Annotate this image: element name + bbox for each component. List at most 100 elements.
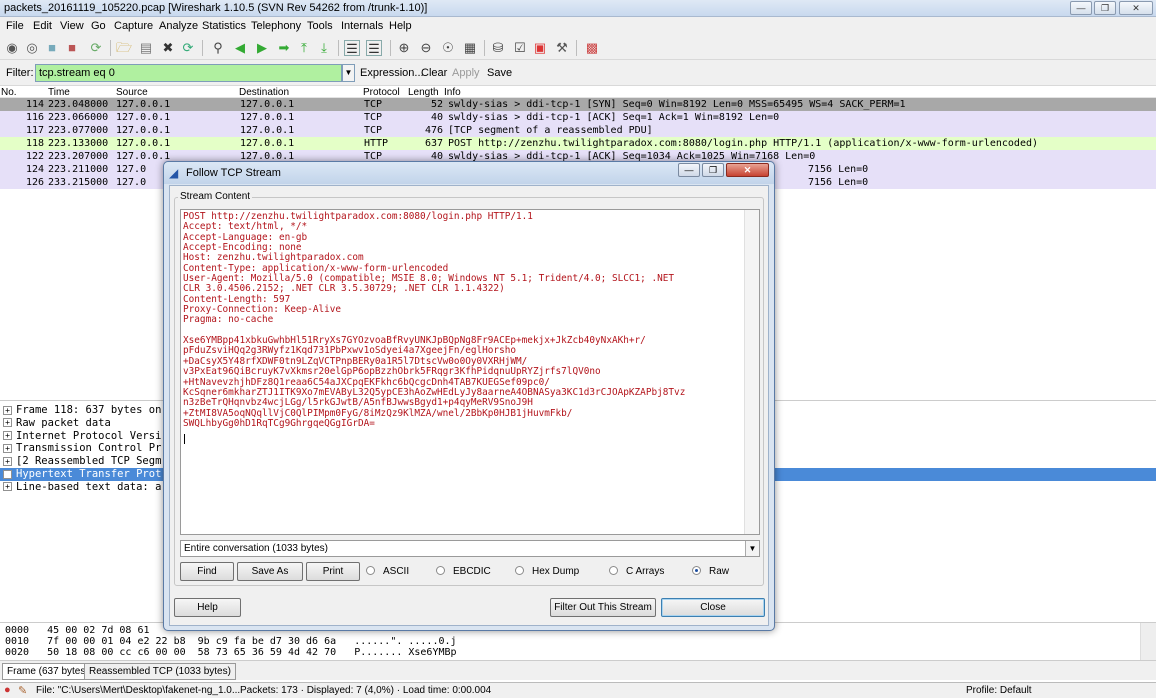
apply-filter-button[interactable]: Apply [452, 67, 480, 79]
expression-button[interactable]: Expression... [360, 67, 424, 79]
format-raw-radio[interactable]: Raw [692, 566, 729, 577]
packet-cell-time: 223.133000 [48, 138, 109, 149]
tab-frame-bytes[interactable]: Frame (637 bytes) [2, 663, 94, 680]
hex-scrollbar[interactable] [1140, 623, 1156, 661]
expert-info-icon[interactable]: ● [4, 684, 11, 696]
normal-size-icon[interactable]: ☉ [440, 40, 456, 56]
print-button[interactable]: Print [306, 562, 360, 581]
close-window-button[interactable]: ✕ [1119, 1, 1153, 15]
go-back-icon[interactable]: ◀ [232, 40, 248, 56]
menu-telephony[interactable]: Telephony [251, 20, 301, 32]
tree-item[interactable]: + Transmission Control Pr [3, 442, 161, 455]
expand-icon[interactable]: + [3, 456, 12, 466]
column-destination[interactable]: Destination [239, 87, 289, 98]
column-no[interactable]: No. [1, 87, 17, 98]
capture-comment-icon[interactable]: ✎ [18, 684, 27, 697]
help-icon[interactable]: ▩ [584, 40, 600, 56]
restart-capture-icon[interactable]: ⟳ [88, 40, 104, 56]
menu-file[interactable]: File [6, 20, 24, 32]
minimize-button[interactable]: — [1070, 1, 1092, 15]
column-source[interactable]: Source [116, 87, 148, 98]
expand-icon[interactable]: + [3, 482, 12, 492]
chevron-down-icon[interactable]: ▼ [745, 541, 759, 556]
stream-content-text[interactable]: POST http://zenzhu.twilightparadox.com:8… [180, 209, 760, 535]
save-filter-button[interactable]: Save [487, 67, 512, 79]
expand-icon[interactable]: + [3, 443, 12, 453]
tree-item-label: [2 Reassembled TCP Segm [16, 455, 162, 468]
save-file-icon[interactable]: ▤ [138, 40, 154, 56]
filter-out-stream-button[interactable]: Filter Out This Stream [550, 598, 656, 617]
close-button[interactable]: Close [661, 598, 765, 617]
format-hexdump-radio[interactable]: Hex Dump [515, 566, 579, 577]
filter-dropdown-button[interactable]: ▼ [342, 64, 355, 82]
close-file-icon[interactable]: ✖ [160, 40, 176, 56]
column-info[interactable]: Info [444, 87, 461, 98]
go-first-icon[interactable]: ⤒ [296, 40, 312, 56]
menu-statistics[interactable]: Statistics [202, 20, 246, 32]
expand-icon[interactable]: + [3, 405, 12, 415]
menu-tools[interactable]: Tools [307, 20, 333, 32]
stream-scrollbar[interactable] [744, 210, 759, 534]
tree-item[interactable]: + Raw packet data [3, 417, 111, 430]
tree-item[interactable]: + Line-based text data: a [3, 481, 161, 494]
clear-filter-button[interactable]: Clear [421, 67, 447, 79]
help-button[interactable]: Help [174, 598, 241, 617]
tab-reassembled-tcp[interactable]: Reassembled TCP (1033 bytes) [84, 663, 236, 680]
zoom-in-icon[interactable]: ⊕ [396, 40, 412, 56]
expand-icon[interactable]: + [3, 431, 12, 441]
packet-cell-proto: TCP [364, 112, 383, 123]
open-file-icon[interactable]: 🗁 [116, 40, 132, 56]
reload-icon[interactable]: ⟳ [180, 40, 196, 56]
save-as-button[interactable]: Save As [237, 562, 303, 581]
format-raw-label: Raw [709, 566, 730, 577]
interfaces-icon[interactable]: ◉ [4, 40, 20, 56]
go-to-packet-icon[interactable]: ➡ [276, 40, 292, 56]
display-filter-input[interactable]: tcp.stream eq 0 [35, 64, 342, 82]
column-length[interactable]: Length [408, 87, 439, 98]
capture-filters-icon[interactable]: ⛁ [490, 40, 506, 56]
options-icon[interactable]: ◎ [24, 40, 40, 56]
menu-edit[interactable]: Edit [33, 20, 52, 32]
status-profile[interactable]: Profile: Default [966, 685, 1032, 696]
packet-row[interactable]: 117 223.077000 127.0.0.1 127.0.0.1 TCP 476 [TC… [0, 124, 1156, 137]
dialog-minimize-button[interactable]: — [678, 163, 700, 177]
column-time[interactable]: Time [48, 87, 70, 98]
dialog-close-icon[interactable]: ✕ [726, 163, 769, 177]
format-ascii-radio[interactable]: ASCII [366, 566, 409, 577]
conversation-select[interactable]: Entire conversation (1033 bytes) ▼ [180, 540, 760, 557]
go-last-icon[interactable]: ⤓ [316, 40, 332, 56]
dialog-maximize-button[interactable]: ❐ [702, 163, 724, 177]
display-filters-icon[interactable]: ☑ [512, 40, 528, 56]
expand-icon[interactable]: + [3, 469, 12, 479]
expand-icon[interactable]: + [3, 418, 12, 428]
packet-row[interactable]: 118 223.133000 127.0.0.1 127.0.0.1 HTTP 637 PO… [0, 137, 1156, 150]
find-packet-icon[interactable]: ⚲ [210, 40, 226, 56]
format-carrays-radio[interactable]: C Arrays [609, 566, 664, 577]
format-ebcdic-radio[interactable]: EBCDIC [436, 566, 491, 577]
menu-view[interactable]: View [60, 20, 84, 32]
packet-row[interactable]: 116 223.066000 127.0.0.1 127.0.0.1 TCP 40 swld… [0, 111, 1156, 124]
maximize-button[interactable]: ❐ [1094, 1, 1116, 15]
dialog-titlebar: ◢ Follow TCP Stream — ❐ ✕ [164, 162, 774, 184]
go-forward-icon[interactable]: ▶ [254, 40, 270, 56]
find-button[interactable]: Find [180, 562, 234, 581]
resize-columns-icon[interactable]: ▦ [462, 40, 478, 56]
colorize-icon[interactable]: ☰ [344, 40, 360, 56]
menu-internals[interactable]: Internals [341, 20, 383, 32]
tree-item[interactable]: + Internet Protocol Versi [3, 430, 161, 443]
stop-capture-icon[interactable]: ■ [64, 40, 80, 56]
packet-cell-info: POST http://zenzhu.twilightparadox.com:8… [448, 138, 1039, 149]
tree-item[interactable]: + Frame 118: 637 bytes on [3, 404, 161, 417]
tree-item[interactable]: + [2 Reassembled TCP Segm [3, 455, 161, 468]
column-protocol[interactable]: Protocol [363, 87, 400, 98]
menu-help[interactable]: Help [389, 20, 412, 32]
menu-capture[interactable]: Capture [114, 20, 153, 32]
preferences-icon[interactable]: ⚒ [554, 40, 570, 56]
packet-row[interactable]: 114 223.048000 127.0.0.1 127.0.0.1 TCP 52 swld… [0, 98, 1156, 111]
zoom-out-icon[interactable]: ⊖ [418, 40, 434, 56]
menu-analyze[interactable]: Analyze [159, 20, 198, 32]
coloring-rules-icon[interactable]: ▣ [532, 40, 548, 56]
menu-go[interactable]: Go [91, 20, 106, 32]
autoscroll-icon[interactable]: ☰ [366, 40, 382, 56]
start-capture-icon[interactable]: ■ [44, 40, 60, 56]
